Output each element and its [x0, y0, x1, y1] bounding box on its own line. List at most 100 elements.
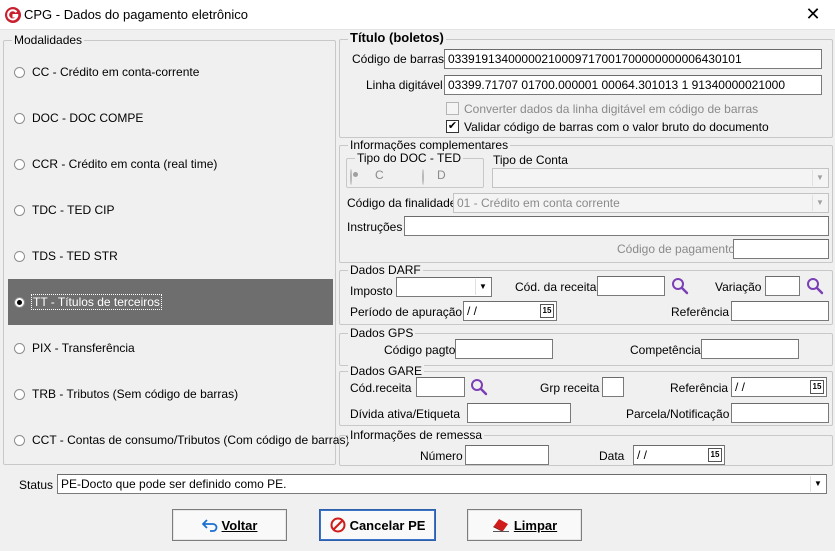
codigo-barras-label: Código de barras	[352, 52, 445, 66]
modalidades-title: Modalidades	[12, 33, 85, 47]
tipo-d-label: D	[437, 168, 446, 182]
tipo-c-label: C	[375, 168, 384, 182]
gare-referencia-input[interactable]: / / 15	[731, 377, 827, 397]
instrucoes-label: Instruções	[347, 220, 403, 234]
gare-cod-receita-input[interactable]	[416, 377, 465, 397]
codigo-finalidade-label: Código da finalidade	[347, 196, 457, 210]
codigo-pagamento-input[interactable]	[733, 239, 829, 259]
radio-tds[interactable]	[14, 250, 25, 262]
tipo-conta-select[interactable]: ▼	[492, 168, 829, 188]
grp-receita-input[interactable]	[602, 377, 624, 397]
validar-checkbox[interactable]: ✔	[446, 120, 459, 133]
close-button[interactable]: ✕	[803, 4, 823, 24]
data-input[interactable]: / / 15	[633, 445, 725, 465]
info-compl-title: Informações complementares	[348, 138, 511, 152]
gare-referencia-label: Referência	[670, 381, 729, 395]
divida-label: Dívida ativa/Etiqueta	[350, 407, 461, 421]
validar-label: Validar código de barras com o valor bru…	[464, 120, 769, 134]
status-value: PE-Docto que pode ser definido como PE.	[61, 477, 287, 491]
radio-tipo-c[interactable]	[350, 169, 352, 185]
mod-label-ccr: CCR - Crédito em conta (real time)	[32, 157, 218, 171]
variacao-label: Variação	[715, 280, 762, 294]
voltar-button[interactable]: Voltar	[172, 509, 287, 541]
codigo-pagto-label: Código pagto	[384, 343, 456, 357]
radio-tdc[interactable]	[14, 204, 25, 216]
numero-label: Número	[420, 449, 463, 463]
radio-trb[interactable]	[14, 388, 25, 400]
darf-referencia-label: Referência	[671, 305, 730, 319]
variacao-input[interactable]	[765, 276, 800, 296]
radio-tt[interactable]	[14, 296, 25, 308]
mod-item-tds[interactable]: TDS - TED STR	[8, 233, 333, 279]
status-label: Status	[19, 478, 54, 492]
imposto-label: Imposto	[350, 284, 393, 298]
mod-label-cc: CC - Crédito em conta-corrente	[32, 65, 200, 79]
codigo-finalidade-value: 01 - Crédito em conta corrente	[457, 196, 620, 210]
calendar-icon[interactable]: 15	[708, 448, 722, 462]
competencia-input[interactable]	[701, 339, 799, 359]
codigo-pagamento-label: Código de pagamento	[617, 242, 736, 256]
numero-input[interactable]	[465, 445, 549, 465]
gare-title: Dados GARE	[348, 364, 425, 378]
search-icon[interactable]	[671, 277, 689, 295]
mod-item-pix[interactable]: PIX - Transferência	[8, 325, 333, 371]
instrucoes-input[interactable]	[404, 216, 829, 236]
mod-item-doc[interactable]: DOC - DOC COMPE	[8, 95, 333, 141]
periodo-value: / /	[467, 304, 478, 318]
title-bar: CPG - Dados do pagamento eletrônico ✕	[0, 0, 835, 30]
gare-referencia-value: / /	[735, 380, 746, 394]
data-value: / /	[637, 448, 648, 462]
mod-label-trb: TRB - Tributos (Sem código de barras)	[32, 387, 239, 401]
tipo-conta-label: Tipo de Conta	[493, 153, 568, 167]
mod-item-cct[interactable]: CCT - Contas de consumo/Tributos (Com có…	[8, 417, 349, 463]
chevron-down-icon: ▼	[812, 170, 827, 186]
window-title: CPG - Dados do pagamento eletrônico	[24, 7, 249, 22]
cancelar-label: Cancelar PE	[349, 517, 426, 533]
mod-label-tt: TT - Títulos de terceiros	[31, 294, 162, 310]
cod-receita-label: Cód. da receita	[515, 280, 597, 294]
radio-ccr[interactable]	[14, 158, 25, 170]
parcela-input[interactable]	[731, 403, 829, 423]
codigo-barras-input[interactable]: 0339191340000021000971700170000000000643…	[444, 49, 822, 69]
cancel-icon	[330, 517, 346, 533]
search-icon[interactable]	[470, 378, 488, 396]
mod-item-cc[interactable]: CC - Crédito em conta-corrente	[8, 49, 333, 95]
grp-receita-label: Grp receita	[540, 381, 600, 395]
cod-receita-input[interactable]	[597, 276, 665, 296]
calendar-icon[interactable]: 15	[810, 380, 824, 394]
radio-pix[interactable]	[14, 342, 25, 354]
limpar-button[interactable]: Limpar	[467, 509, 582, 541]
limpar-label: Limpar	[513, 517, 558, 533]
darf-referencia-input[interactable]	[731, 301, 829, 321]
converter-checkbox[interactable]	[446, 102, 459, 115]
competencia-label: Competência	[630, 343, 701, 357]
cancelar-pe-button[interactable]: Cancelar PE	[319, 509, 436, 541]
radio-tipo-d[interactable]	[422, 169, 424, 185]
imposto-select[interactable]: ▼	[396, 277, 492, 297]
darf-title: Dados DARF	[348, 263, 423, 277]
chevron-down-icon: ▼	[812, 195, 827, 211]
radio-cc[interactable]	[14, 66, 25, 78]
status-select[interactable]: PE-Docto que pode ser definido como PE. …	[57, 474, 827, 494]
gare-cod-receita-label: Cód.receita	[350, 381, 412, 395]
radio-cct[interactable]	[14, 434, 25, 446]
mod-item-tt[interactable]: TT - Títulos de terceiros	[8, 279, 333, 325]
voltar-label: Voltar	[221, 517, 258, 533]
linha-digitavel-input[interactable]: 03399.71707 01700.000001 00064.301013 1 …	[444, 75, 822, 95]
mod-item-trb[interactable]: TRB - Tributos (Sem código de barras)	[8, 371, 333, 417]
codigo-pagto-input[interactable]	[455, 339, 553, 359]
search-icon[interactable]	[806, 277, 824, 295]
tipo-doc-ted-group: Tipo do DOC - TED	[346, 151, 484, 188]
back-arrow-icon	[201, 518, 218, 532]
divida-input[interactable]	[467, 403, 571, 423]
periodo-input[interactable]: / / 15	[463, 301, 557, 321]
calendar-icon[interactable]: 15	[540, 304, 554, 318]
mod-item-tdc[interactable]: TDC - TED CIP	[8, 187, 333, 233]
mod-label-cct: CCT - Contas de consumo/Tributos (Com có…	[32, 433, 350, 447]
mod-label-tdc: TDC - TED CIP	[32, 203, 115, 217]
radio-doc[interactable]	[14, 112, 25, 124]
mod-item-ccr[interactable]: CCR - Crédito em conta (real time)	[8, 141, 333, 187]
app-logo-icon	[5, 7, 21, 23]
codigo-finalidade-select[interactable]: 01 - Crédito em conta corrente ▼	[453, 193, 829, 213]
parcela-label: Parcela/Notificação	[626, 407, 730, 421]
